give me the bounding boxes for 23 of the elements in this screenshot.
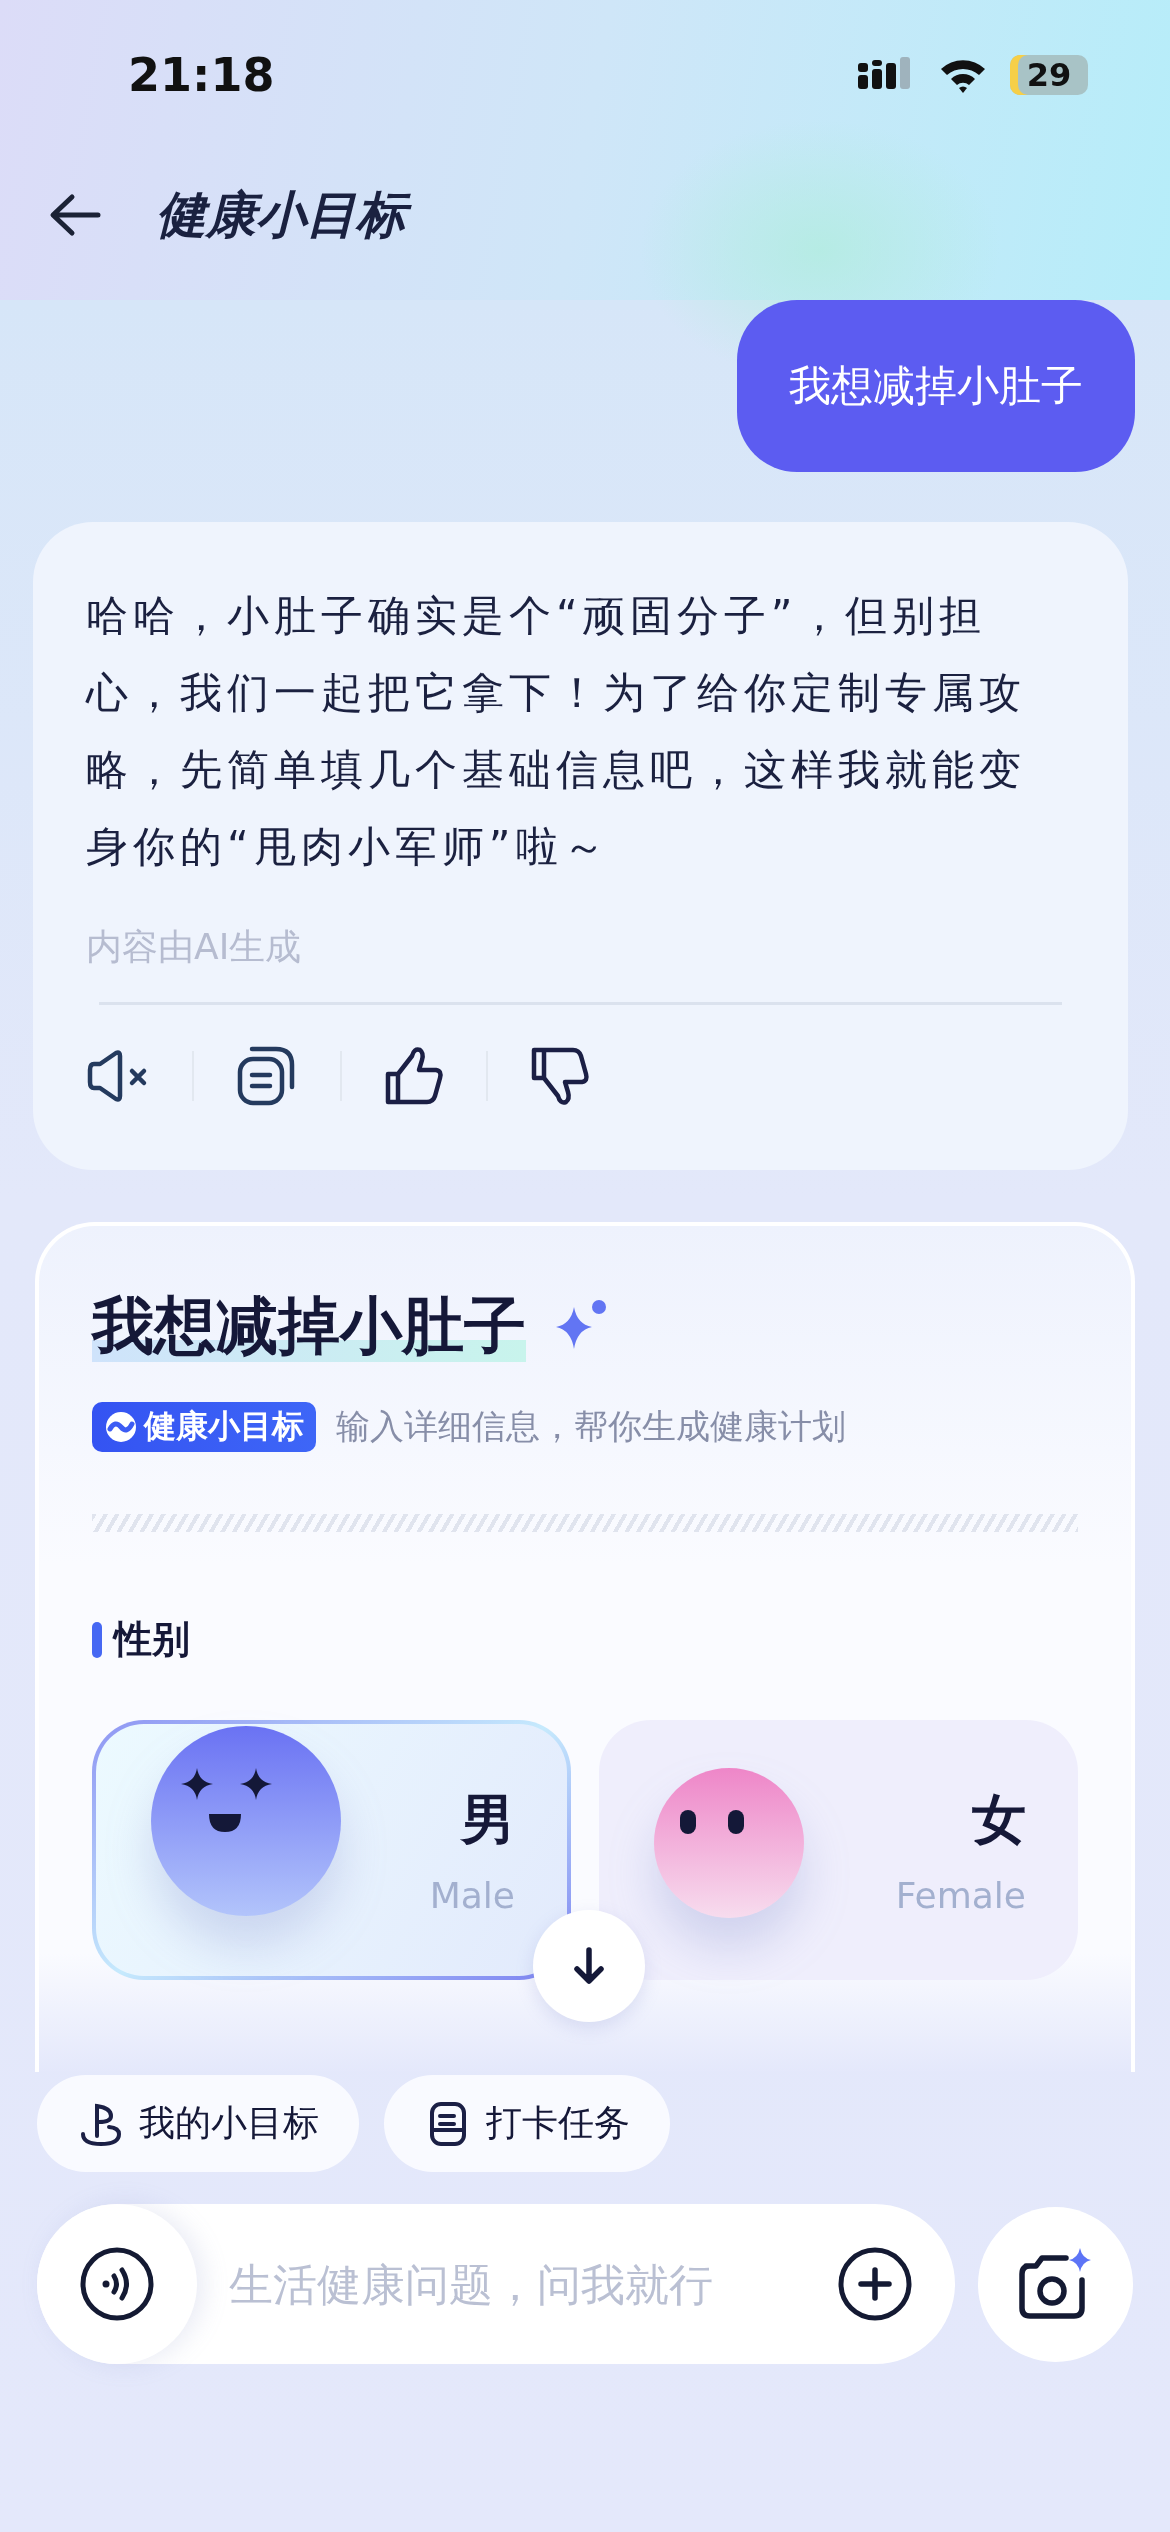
- battery-indicator: 29: [1010, 55, 1088, 95]
- thumbs-down-icon[interactable]: [530, 1046, 590, 1106]
- section-marker: [92, 1621, 102, 1658]
- section-label: 性别: [114, 1616, 190, 1663]
- goal-badge: 健康小目标: [92, 1402, 316, 1452]
- voice-icon[interactable]: [79, 2246, 155, 2322]
- assistant-message: 哈哈，小肚子确实是个“顽固分子”，但别担心，我们一起把它拿下！为了给你定制专属攻略，先简单填几个基础信息吧，这样我就能变身你的“甩肉小军师”啦～: [86, 590, 1027, 873]
- gender-option[interactable]: 女 Female: [599, 1720, 1078, 1980]
- shortcut-chip[interactable]: 我的小目标: [37, 2075, 359, 2172]
- down-arrow-icon: [571, 1946, 607, 1986]
- page-title: 健康小目标: [152, 180, 416, 250]
- shortcut-chip[interactable]: 打卡任务: [384, 2075, 670, 2172]
- ai-disclaimer: 内容由AI生成: [86, 925, 303, 969]
- message-input-field[interactable]: 生活健康问题，问我就行: [227, 2257, 837, 2311]
- back-icon[interactable]: [48, 193, 102, 237]
- user-message: 我想减掉小肚子: [737, 300, 1135, 472]
- add-icon[interactable]: [837, 2246, 913, 2322]
- thumbs-up-icon[interactable]: [384, 1046, 444, 1106]
- smiling-face-icon: [151, 1726, 341, 1916]
- face-icon: [654, 1768, 805, 1918]
- status-time: 21:18: [128, 48, 275, 102]
- logo-icon: [104, 1410, 138, 1444]
- form-subtitle: 输入详细信息，帮你生成健康计划: [336, 1405, 846, 1448]
